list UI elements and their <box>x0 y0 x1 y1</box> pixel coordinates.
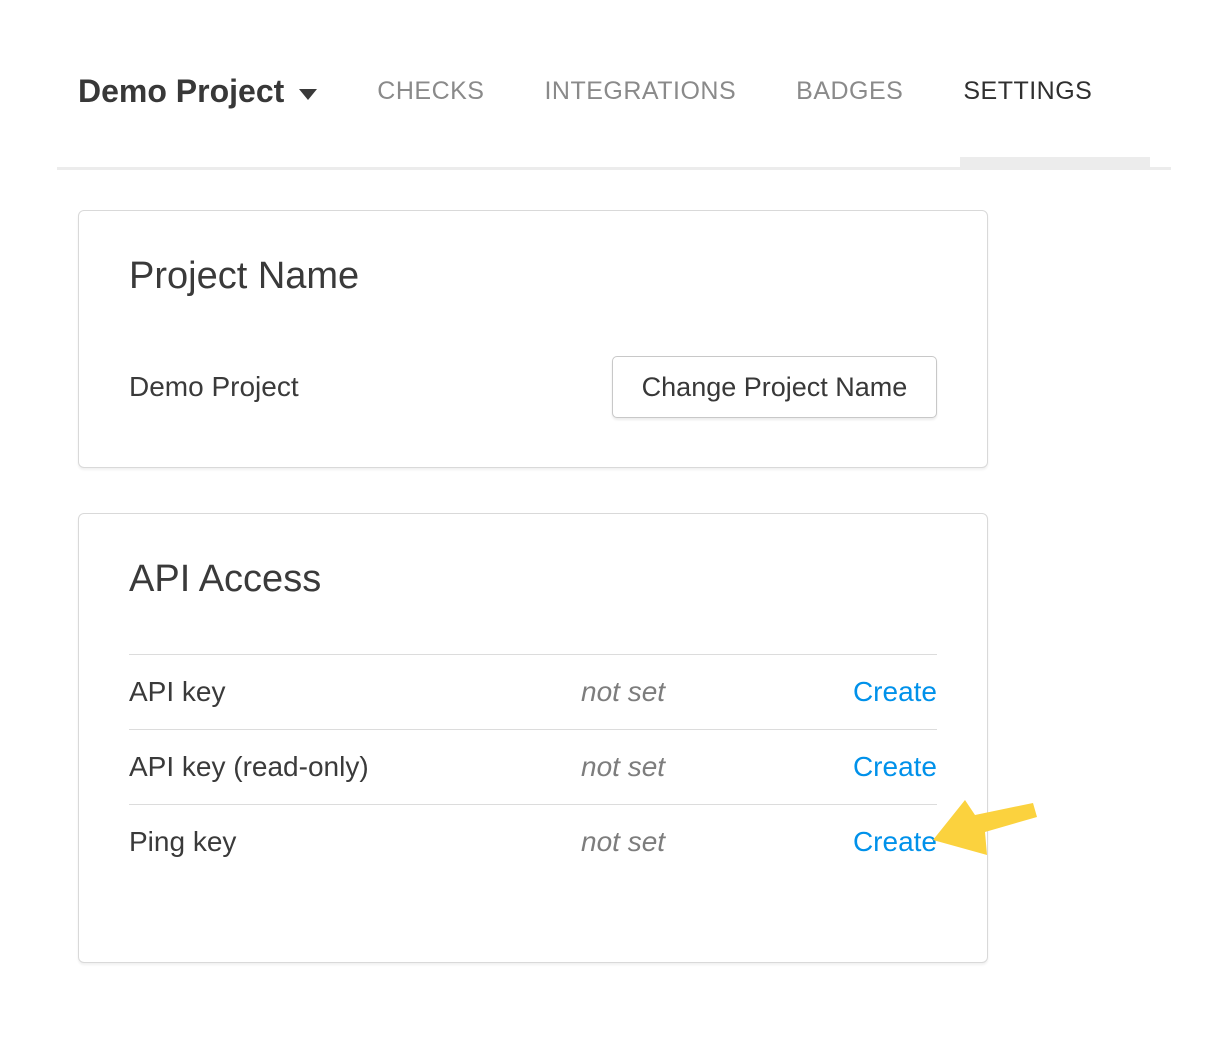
create-ping-key-link[interactable]: Create <box>853 826 937 857</box>
table-row-ping-key: Ping key not set Create <box>129 804 937 879</box>
chevron-down-icon <box>299 89 317 100</box>
api-key-readonly-value: not set <box>581 751 853 783</box>
project-title-label: Demo Project <box>78 72 284 110</box>
change-project-name-button[interactable]: Change Project Name <box>612 356 937 418</box>
project-name-card-title: Project Name <box>129 253 937 299</box>
tab-integrations[interactable]: INTEGRATIONS <box>514 72 766 110</box>
api-key-label: API key <box>129 676 581 708</box>
api-access-card-title: API Access <box>129 556 937 602</box>
ping-key-value: not set <box>581 826 853 858</box>
api-keys-table: API key not set Create API key (read-onl… <box>129 654 937 879</box>
table-row-api-key-readonly: API key (read-only) not set Create <box>129 729 937 804</box>
page: Demo Project CHECKS INTEGRATIONS BADGES … <box>57 0 1171 963</box>
table-row-api-key: API key not set Create <box>129 654 937 729</box>
nav-tabs: CHECKS INTEGRATIONS BADGES SETTINGS <box>347 72 1122 110</box>
ping-key-label: Ping key <box>129 826 581 858</box>
create-api-key-readonly-link[interactable]: Create <box>853 751 937 782</box>
tab-badges[interactable]: BADGES <box>766 72 933 110</box>
project-name-row: Demo Project Change Project Name <box>129 356 937 418</box>
create-api-key-link[interactable]: Create <box>853 676 937 707</box>
current-project-name: Demo Project <box>129 371 299 403</box>
api-access-card: API Access API key not set Create API ke… <box>78 513 988 963</box>
active-tab-indicator <box>960 157 1150 168</box>
tab-settings[interactable]: SETTINGS <box>933 72 1122 110</box>
api-key-value: not set <box>581 676 853 708</box>
project-switcher[interactable]: Demo Project <box>78 72 317 110</box>
top-navigation: Demo Project CHECKS INTEGRATIONS BADGES … <box>57 0 1171 170</box>
tab-checks[interactable]: CHECKS <box>347 72 514 110</box>
api-key-readonly-label: API key (read-only) <box>129 751 581 783</box>
project-name-card: Project Name Demo Project Change Project… <box>78 210 988 468</box>
